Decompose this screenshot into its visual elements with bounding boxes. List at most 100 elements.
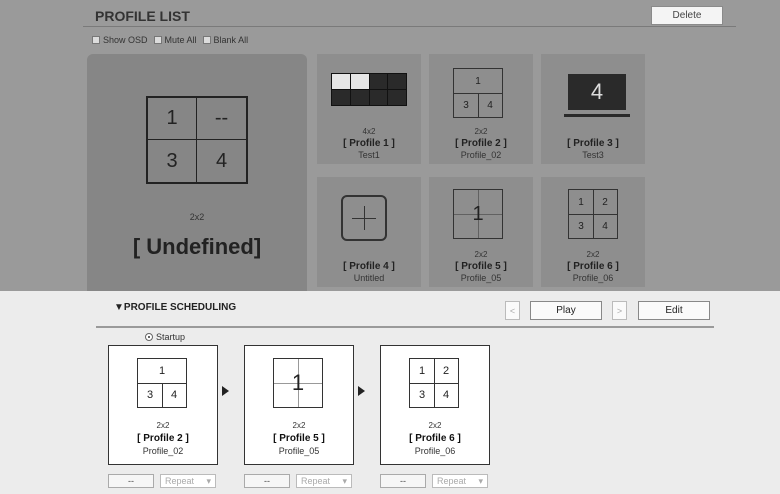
startup-radio[interactable] [145, 333, 153, 341]
profile-size: 4x2 [362, 127, 376, 136]
profile-name: [ Profile 1 ] [343, 138, 395, 149]
profile-card-6[interactable]: 1 2 3 4 2x2 [ Profile 6 ] Profile_06 [541, 177, 645, 287]
grid-cell: 1 [148, 98, 197, 140]
delete-button[interactable]: Delete [651, 6, 723, 25]
grid-cell: 3 [146, 389, 154, 401]
layout-grid-icon: 1 3 4 [137, 358, 187, 408]
layout-grid-icon: 1 [273, 358, 323, 408]
chevron-down-icon: ▾ [478, 475, 483, 486]
startup-label: Startup [156, 332, 186, 342]
profile-name: [ Profile 2 ] [137, 433, 189, 444]
profile-list-panel: PROFILE LIST Delete Show OSD Mute All Bl… [0, 0, 780, 291]
next-button[interactable]: > [612, 301, 627, 320]
profile-name: [ Profile 5 ] [273, 433, 325, 444]
grid-cell: 1 [475, 75, 481, 87]
grid-cell: 3 [463, 99, 469, 111]
grid-cell: 4 [170, 389, 178, 401]
grid-cell: 4 [215, 149, 228, 172]
grid-cell: 1 [158, 365, 166, 377]
mute-all-label: Mute All [164, 35, 197, 45]
layout-grid-icon: 1 3 4 [453, 68, 503, 118]
video-wall-4x2-icon [331, 73, 407, 106]
play-button[interactable]: Play [530, 301, 602, 320]
profile-name: [ Profile 6 ] [409, 433, 461, 444]
profile-name: [ Profile 2 ] [455, 138, 507, 149]
grid-cell: 3 [418, 389, 426, 401]
show-osd-checkbox[interactable] [92, 36, 100, 44]
repeat-label: Repeat [301, 476, 331, 486]
scheduling-divider [96, 326, 714, 328]
profile-subtitle: Profile_05 [460, 273, 502, 283]
duration-button[interactable]: -- [108, 474, 154, 488]
chevron-down-icon: ▾ [206, 475, 211, 486]
mute-all-checkbox[interactable] [153, 36, 162, 44]
profile-size: 2x2 [474, 250, 488, 259]
profile-name: [ Profile 5 ] [455, 261, 507, 272]
profile-size: 2x2 [586, 250, 600, 259]
duration-button[interactable]: -- [244, 474, 290, 488]
grid-cell: 3 [148, 140, 197, 182]
profile-card-2[interactable]: 1 3 4 2x2 [ Profile 2 ] Profile_02 [429, 54, 533, 164]
title-divider [83, 26, 736, 27]
schedule-item-3[interactable]: 1 2 3 4 2x2 [ Profile 6 ] Profile_06 [380, 345, 490, 465]
repeat-select[interactable]: Repeat ▾ [296, 474, 352, 488]
grid-cell: 1 [578, 196, 584, 208]
show-osd-label: Show OSD [103, 35, 148, 45]
schedule-item-1[interactable]: 1 3 4 2x2 [ Profile 2 ] Profile_02 [108, 345, 218, 465]
profile-subtitle: Profile_06 [414, 446, 456, 456]
grid-cell: 4 [442, 389, 450, 401]
profile-size: 2x2 [189, 212, 205, 222]
arrow-right-icon [222, 386, 229, 396]
grid-cell: 1 [472, 202, 484, 225]
repeat-select[interactable]: Repeat ▾ [160, 474, 216, 488]
repeat-select[interactable]: Repeat ▾ [432, 474, 488, 488]
scheduling-title[interactable]: ▼PROFILE SCHEDULING [114, 302, 236, 313]
chevron-down-icon: ▾ [342, 475, 347, 486]
blank-all-checkbox[interactable] [202, 36, 211, 44]
grid-cell: -- [197, 98, 246, 140]
profile-size: 2x2 [428, 421, 442, 430]
profile-name: [ Profile 6 ] [567, 261, 619, 272]
display-options: Show OSD Mute All Blank All [92, 35, 251, 45]
blank-all-label: Blank All [213, 35, 249, 45]
display-stand [564, 114, 630, 117]
arrow-right-icon [358, 386, 365, 396]
profile-size: 2x2 [474, 127, 488, 136]
profile-name: [ Profile 4 ] [343, 261, 395, 272]
duration-button[interactable]: -- [380, 474, 426, 488]
schedule-item-2[interactable]: 1 2x2 [ Profile 5 ] Profile_05 [244, 345, 354, 465]
mute-all-option[interactable]: Mute All [153, 35, 197, 45]
profile-subtitle: Test3 [582, 150, 604, 160]
selected-profile-card[interactable]: 1 -- 3 4 2x2 [ Undefined] [87, 54, 307, 291]
grid-cell: 4 [602, 220, 608, 232]
profile-subtitle: Profile_06 [572, 273, 614, 283]
profile-subtitle: Profile_02 [142, 446, 184, 456]
profile-name: [ Profile 3 ] [567, 138, 619, 149]
startup-option[interactable]: Startup [145, 332, 185, 342]
profile-subtitle: Profile_05 [278, 446, 320, 456]
profile-subtitle: Test1 [358, 150, 380, 160]
profile-card-1[interactable]: 4x2 [ Profile 1 ] Test1 [317, 54, 421, 164]
profile-card-3[interactable]: 4 [ Profile 3 ] Test3 [541, 54, 645, 164]
profile-card-5[interactable]: 1 2x2 [ Profile 5 ] Profile_05 [429, 177, 533, 287]
prev-button[interactable]: < [505, 301, 520, 320]
grid-cell: 1 [418, 365, 426, 377]
grid-cell: 4 [487, 99, 493, 111]
grid-cell: 1 [291, 370, 305, 395]
profile-card-4[interactable]: [ Profile 4 ] Untitled [317, 177, 421, 287]
show-osd-option[interactable]: Show OSD [92, 35, 148, 45]
grid-cell: 2 [442, 365, 450, 377]
layout-grid-icon: 1 2 3 4 [568, 189, 618, 239]
edit-button[interactable]: Edit [638, 301, 710, 320]
grid-cell: 2 [602, 196, 608, 208]
repeat-label: Repeat [165, 476, 195, 486]
profile-size: 2x2 [156, 421, 170, 430]
grid-cell: 3 [578, 220, 584, 232]
profile-size: 2x2 [292, 421, 306, 430]
layout-grid-icon: 1 [453, 189, 503, 239]
blank-all-option[interactable]: Blank All [202, 35, 249, 45]
profile-subtitle: Untitled [353, 273, 385, 283]
page-title: PROFILE LIST [95, 8, 190, 24]
repeat-label: Repeat [437, 476, 467, 486]
add-profile-icon [341, 195, 387, 241]
